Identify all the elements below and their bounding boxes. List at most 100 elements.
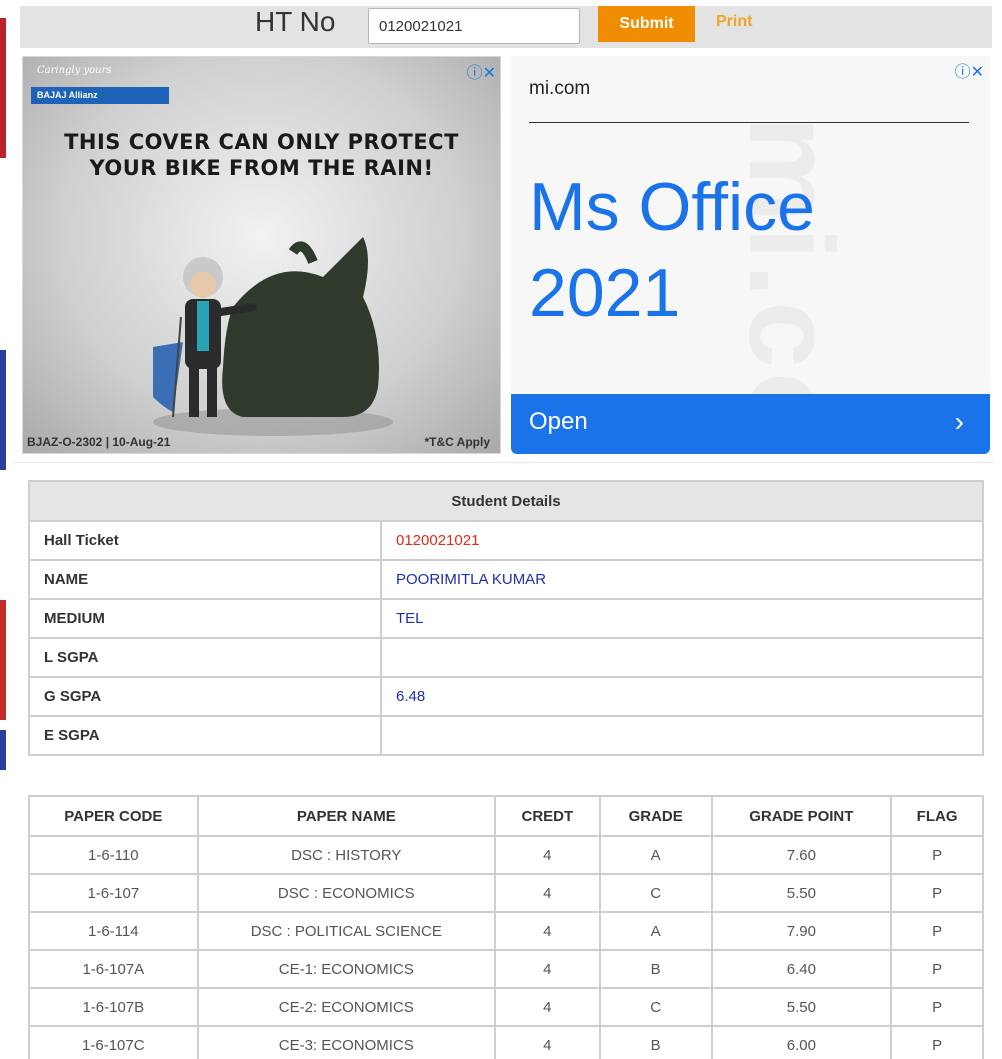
credit-cell: 4	[493, 949, 601, 989]
bajaj-allianz-ad[interactable]: Caringly yours BAJAJ Allianz THIS COVER …	[22, 56, 501, 454]
close-icon[interactable]: ✕	[971, 64, 984, 81]
table-row: 1-6-107C CE-3: ECONOMICS 4 B 6.00 P	[28, 1025, 984, 1059]
credit-cell: 4	[493, 1025, 601, 1059]
page-edge-fragment	[0, 730, 6, 770]
name-label: NAME	[28, 559, 382, 600]
ms-office-ad[interactable]: mi.com mi.com Ms Office 2021 Open › ⓘ✕	[511, 56, 990, 454]
flag-cell: P	[890, 873, 984, 913]
student-details-header: Student Details	[28, 480, 984, 522]
grade-point-cell: 5.50	[710, 873, 893, 913]
paper-code-cell: 1-6-107	[28, 873, 199, 913]
e-sgpa-value	[380, 715, 984, 756]
column-header-grade: GRADE	[598, 795, 713, 837]
paper-code-cell: 1-6-107C	[28, 1025, 199, 1059]
credit-cell: 4	[493, 987, 601, 1027]
flag-cell: P	[890, 987, 984, 1027]
grade-point-cell: 7.60	[710, 835, 893, 875]
grade-cell: B	[598, 949, 713, 989]
grade-point-cell: 5.50	[710, 987, 893, 1027]
medium-label: MEDIUM	[28, 598, 382, 639]
e-sgpa-label: E SGPA	[28, 715, 382, 756]
flag-cell: P	[890, 911, 984, 951]
marks-table: PAPER CODE PAPER NAME CREDT GRADE GRADE …	[28, 795, 984, 1059]
name-value: POORIMITLA KUMAR	[380, 559, 984, 600]
grade-point-cell: 6.00	[710, 1025, 893, 1059]
grade-cell: A	[598, 911, 713, 951]
table-row: 1-6-114 DSC : POLITICAL SCIENCE 4 A 7.90 P	[28, 911, 984, 951]
flag-cell: P	[890, 949, 984, 989]
ad-footer-terms: *T&C Apply	[424, 435, 490, 449]
page-edge-fragment	[0, 350, 6, 470]
ad-controls: ⓘ✕	[467, 59, 496, 83]
paper-code-cell: 1-6-110	[28, 835, 199, 875]
credit-cell: 4	[493, 911, 601, 951]
grade-cell: C	[598, 873, 713, 913]
paper-name-cell: CE-3: ECONOMICS	[196, 1025, 496, 1059]
table-row: 1-6-107B CE-2: ECONOMICS 4 C 5.50 P	[28, 987, 984, 1027]
ht-no-label: HT No	[255, 6, 336, 37]
medium-value: TEL	[380, 598, 984, 639]
grade-point-cell: 7.90	[710, 911, 893, 951]
grade-cell: C	[598, 987, 713, 1027]
paper-name-cell: DSC : POLITICAL SCIENCE	[196, 911, 496, 951]
ad-domain: mi.com	[529, 78, 591, 99]
ad-illustration	[153, 237, 393, 436]
chevron-right-icon: ›	[954, 406, 964, 437]
ad-open-label: Open	[529, 408, 588, 435]
l-sgpa-label: L SGPA	[28, 637, 382, 678]
student-details-table: Student Details Hall Ticket 0120021021 N…	[28, 480, 984, 756]
ad-title: Ms Office 2021	[529, 164, 815, 336]
paper-name-cell: CE-2: ECONOMICS	[196, 987, 496, 1027]
paper-code-cell: 1-6-114	[28, 911, 199, 951]
ad-title-line2: 2021	[529, 255, 681, 331]
g-sgpa-label: G SGPA	[28, 676, 382, 717]
info-icon[interactable]: ⓘ	[955, 64, 971, 81]
credit-cell: 4	[493, 835, 601, 875]
flag-cell: P	[890, 835, 984, 875]
ad-brand-logo: BAJAJ Allianz	[31, 87, 169, 104]
ad-headline-line2: YOUR BIKE FROM THE RAIN!	[89, 156, 434, 180]
ad-divider	[529, 122, 969, 123]
paper-name-cell: CE-1: ECONOMICS	[196, 949, 496, 989]
marks-body: 1-6-110 DSC : HISTORY 4 A 7.60 P 1-6-107 DSC : …	[28, 835, 984, 1059]
ad-open-button[interactable]: Open ›	[511, 394, 990, 454]
ad-headline-line1: THIS COVER CAN ONLY PROTECT	[64, 130, 459, 154]
hall-ticket-value: 0120021021	[380, 520, 984, 561]
table-row: Hall Ticket 0120021021	[28, 520, 984, 561]
divider	[14, 462, 994, 463]
hall-ticket-label: Hall Ticket	[28, 520, 382, 561]
flag-cell: P	[890, 1025, 984, 1059]
table-row: G SGPA 6.48	[28, 676, 984, 717]
table-row: MEDIUM TEL	[28, 598, 984, 639]
page-edge-fragment	[0, 600, 6, 720]
column-header-flag: FLAG	[890, 795, 984, 837]
print-link[interactable]: Print	[716, 13, 752, 31]
table-row: 1-6-110 DSC : HISTORY 4 A 7.60 P	[28, 835, 984, 875]
paper-code-cell: 1-6-107A	[28, 949, 199, 989]
grade-cell: A	[598, 835, 713, 875]
credit-cell: 4	[493, 873, 601, 913]
ad-title-line1: Ms Office	[529, 169, 815, 245]
l-sgpa-value	[380, 637, 984, 678]
close-icon[interactable]: ✕	[483, 65, 496, 82]
column-header-paper-code: PAPER CODE	[28, 795, 199, 837]
ht-no-input[interactable]	[368, 8, 580, 44]
grade-cell: B	[598, 1025, 713, 1059]
page-edge-fragment	[0, 18, 6, 158]
paper-name-cell: DSC : ECONOMICS	[196, 873, 496, 913]
ad-headline: THIS COVER CAN ONLY PROTECT YOUR BIKE FR…	[23, 129, 500, 181]
table-row: L SGPA	[28, 637, 984, 678]
table-row: NAME POORIMITLA KUMAR	[28, 559, 984, 600]
table-row: E SGPA	[28, 715, 984, 756]
paper-code-cell: 1-6-107B	[28, 987, 199, 1027]
table-row: 1-6-107A CE-1: ECONOMICS 4 B 6.40 P	[28, 949, 984, 989]
ad-controls: ⓘ✕	[955, 58, 984, 82]
column-header-credit: CREDT	[493, 795, 601, 837]
hall-ticket-search-bar: HT No Submit Print	[20, 6, 992, 48]
g-sgpa-value: 6.48	[380, 676, 984, 717]
ad-footer-reference: BJAZ-O-2302 | 10-Aug-21	[27, 435, 171, 449]
submit-button[interactable]: Submit	[598, 6, 695, 42]
table-row: 1-6-107 DSC : ECONOMICS 4 C 5.50 P	[28, 873, 984, 913]
info-icon[interactable]: ⓘ	[467, 65, 483, 82]
column-header-paper-name: PAPER NAME	[196, 795, 496, 837]
